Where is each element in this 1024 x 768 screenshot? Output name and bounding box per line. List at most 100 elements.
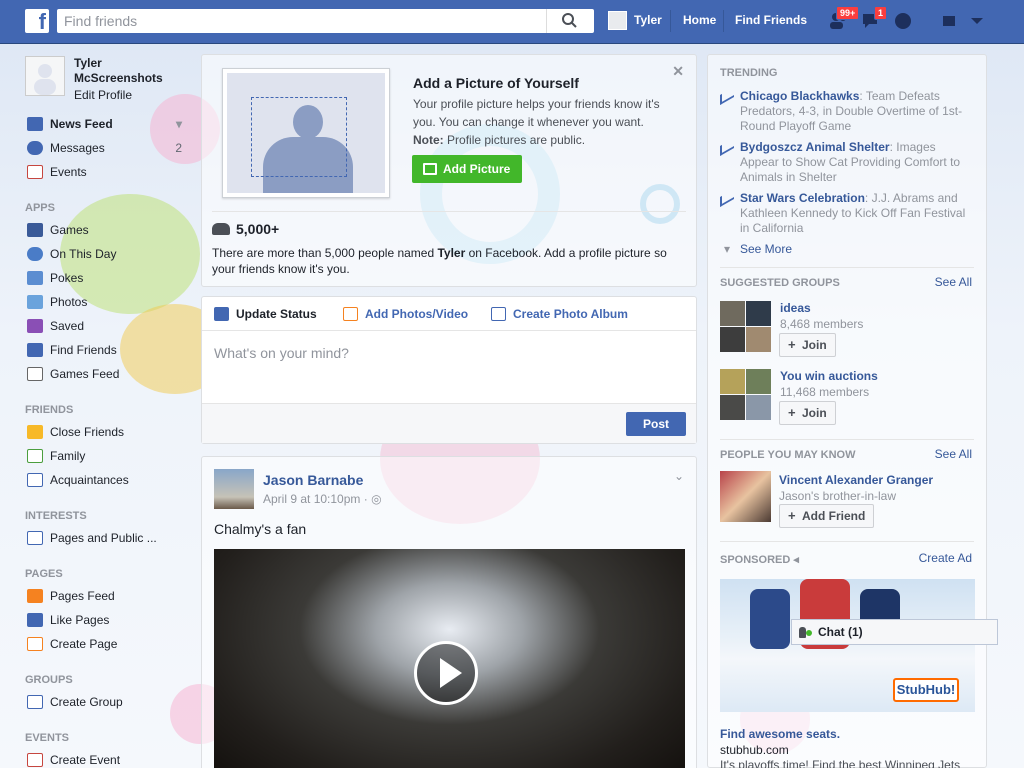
facebook-logo-icon[interactable]: f	[25, 9, 49, 34]
add-picture-card: Add a Picture of Yourself Your profile p…	[201, 54, 697, 287]
on-this-day-icon	[27, 247, 43, 261]
sidebar-item-like-pages[interactable]: Like Pages	[25, 608, 190, 632]
suggested-group: ideas 8,468 members + Join	[720, 301, 980, 357]
play-icon[interactable]	[414, 641, 478, 705]
sidebar-item-games[interactable]: Games	[25, 218, 190, 242]
family-icon	[27, 449, 43, 463]
settings-dropdown-icon[interactable]	[966, 10, 988, 32]
post-video[interactable]	[214, 549, 685, 768]
sidebar-item-events[interactable]: Events	[25, 160, 190, 184]
pymk-see-all-link[interactable]: See All	[935, 447, 972, 461]
friend-requests-badge: 99+	[836, 6, 860, 20]
chevron-down-icon[interactable]: ⌄	[674, 469, 684, 483]
ad-url[interactable]: stubhub.com	[720, 743, 789, 757]
ad-text: It's playoffs time! Find the best Winnip…	[720, 758, 961, 768]
friend-requests-icon[interactable]: 99+	[828, 6, 860, 32]
group-members: 8,468 members	[780, 317, 864, 331]
trending-icon	[720, 188, 734, 208]
group-name[interactable]: ideas	[780, 301, 811, 315]
sidebar-item-games-feed[interactable]: Games Feed	[25, 362, 190, 386]
find-friends-link[interactable]: Find Friends	[735, 13, 807, 27]
trending-item[interactable]: Chicago Blackhawks: Team Defeats Predato…	[720, 86, 970, 134]
join-group-button[interactable]: + Join	[779, 333, 836, 357]
sidebar-item-create-page[interactable]: Create Page	[25, 632, 190, 656]
sidebar-item-saved[interactable]: Saved	[25, 314, 190, 338]
sidebar-item-photos[interactable]: Photos	[25, 290, 190, 314]
sidebar-item-create-event[interactable]: Create Event	[25, 748, 190, 768]
create-ad-link[interactable]: Create Ad	[919, 551, 972, 565]
globe-icon: ◎	[371, 492, 382, 506]
add-picture-description: Your profile picture helps your friends …	[413, 97, 660, 147]
see-more-link[interactable]: ▾ See More	[720, 242, 970, 257]
profile-picture[interactable]	[25, 56, 65, 96]
messages-icon[interactable]: 1	[860, 6, 888, 32]
acquaintances-icon	[27, 473, 43, 487]
group-thumbnail[interactable]	[720, 369, 771, 420]
plus-icon: +	[788, 337, 796, 352]
search-icon	[562, 13, 577, 28]
profile-picture-placeholder[interactable]	[222, 68, 390, 198]
sidebar-item-on-this-day[interactable]: On This Day	[25, 242, 190, 266]
add-picture-button[interactable]: Add Picture	[412, 155, 522, 183]
sidebar-item-messages[interactable]: Messages 2	[25, 136, 190, 160]
search-input[interactable]	[57, 9, 537, 33]
post-author-avatar[interactable]	[214, 469, 254, 509]
sidebar-item-pokes[interactable]: Pokes	[25, 266, 190, 290]
chat-tab[interactable]: Chat (1)	[791, 619, 998, 645]
status-input[interactable]: What's on your mind?	[214, 345, 349, 361]
group-name[interactable]: You win auctions	[780, 369, 878, 383]
plus-icon	[27, 695, 43, 709]
add-friend-button[interactable]: + Add Friend	[779, 504, 875, 528]
gamepad-icon	[27, 367, 43, 381]
ad-title[interactable]: Find awesome seats.	[720, 727, 840, 741]
section-friends: FRIENDS	[25, 404, 74, 416]
suggested-person-name[interactable]: Vincent Alexander Granger	[779, 473, 933, 487]
group-thumbnail[interactable]	[720, 301, 771, 352]
user-avatar[interactable]	[608, 11, 627, 30]
plus-icon: +	[788, 405, 796, 420]
add-picture-title: Add a Picture of Yourself	[413, 75, 579, 91]
sidebar-item-pages-feed[interactable]: Pages Feed	[25, 584, 190, 608]
privacy-shortcuts-icon[interactable]	[940, 10, 962, 32]
photo-icon	[343, 307, 358, 321]
photos-icon	[27, 295, 43, 309]
suggested-person-avatar[interactable]	[720, 471, 771, 522]
feed-post: Jason Barnabe April 9 at 10:10pm · ◎ ⌄ C…	[201, 456, 697, 768]
sidebar-item-acquaintances[interactable]: Acquaintances	[25, 468, 190, 492]
sidebar-item-news-feed[interactable]: News Feed ▾	[25, 112, 190, 136]
trending-item[interactable]: Star Wars Celebration: J.J. Abrams and K…	[720, 188, 970, 236]
megaphone-icon: ◂	[793, 554, 799, 566]
section-events: EVENTS	[25, 732, 70, 744]
add-friend-icon: +	[788, 508, 796, 523]
tab-update-status[interactable]: Update Status	[214, 307, 317, 321]
post-button[interactable]: Post	[626, 412, 686, 436]
search-button[interactable]	[546, 9, 594, 33]
post-author-name[interactable]: Jason Barnabe	[263, 472, 363, 488]
sidebar-item-family[interactable]: Family	[25, 444, 190, 468]
groups-see-all-link[interactable]: See All	[935, 275, 972, 289]
post-timestamp[interactable]: April 9 at 10:10pm · ◎	[263, 492, 382, 506]
profile-link[interactable]: Tyler	[634, 13, 662, 27]
trending-icon	[720, 86, 734, 106]
list-icon	[27, 531, 43, 545]
star-icon	[27, 425, 43, 439]
edit-profile-link[interactable]: Edit Profile	[74, 88, 132, 102]
tab-add-photos-video[interactable]: Add Photos/Video	[343, 307, 468, 321]
close-icon[interactable]: ✕	[672, 63, 684, 80]
trending-item[interactable]: Bydgoszcz Animal Shelter: Images Appear …	[720, 137, 970, 185]
home-link[interactable]: Home	[683, 13, 716, 27]
tab-create-photo-album[interactable]: Create Photo Album	[491, 307, 628, 321]
name-count-description: There are more than 5,000 people named T…	[212, 246, 667, 276]
sidebar-item-create-group[interactable]: Create Group	[25, 690, 190, 714]
poke-icon	[27, 271, 43, 285]
people-icon	[212, 223, 230, 235]
messages-badge: 1	[874, 6, 888, 20]
profile-name[interactable]: Tyler McScreenshots	[74, 56, 163, 86]
sidebar-item-close-friends[interactable]: Close Friends	[25, 420, 190, 444]
suggested-group: You win auctions 11,468 members + Join	[720, 369, 980, 425]
sidebar-item-find-friends[interactable]: Find Friends	[25, 338, 190, 362]
notifications-globe-icon[interactable]	[892, 10, 914, 32]
sidebar-item-pages-and-public[interactable]: Pages and Public ...	[25, 526, 190, 550]
sponsored-ad-image[interactable]: StubHub!	[720, 579, 975, 712]
join-group-button[interactable]: + Join	[779, 401, 836, 425]
